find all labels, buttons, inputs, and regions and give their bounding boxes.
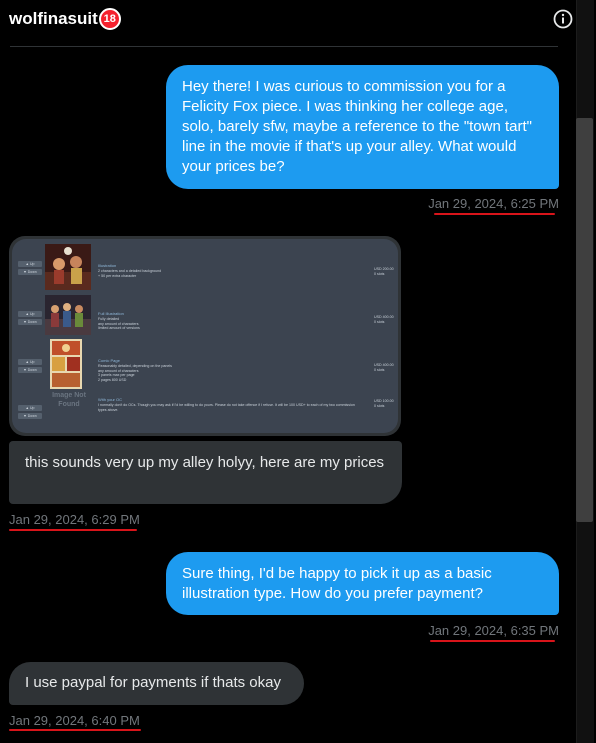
price-row: ▲ Up ▼ Down Comic Page Reasonably detail…	[12, 339, 398, 389]
annotation-underline	[430, 640, 555, 642]
price-amount: USD 200.00 0 slots	[374, 267, 394, 276]
message-bubble-outgoing[interactable]: Hey there! I was curious to commission y…	[166, 65, 559, 189]
price-row: ▲ Up ▼ Down Image Not Found With your OC…	[12, 389, 398, 436]
price-amount: USD 100.00 0 slots	[374, 399, 394, 408]
price-title: Full Illustration	[98, 311, 124, 316]
price-title: Illustration	[98, 263, 117, 268]
upvote-button[interactable]: ▲ Up	[18, 311, 42, 317]
message-bubble-outgoing[interactable]: Sure thing, I'd be happy to pick it up a…	[166, 552, 559, 615]
price-title: With your OC	[98, 397, 123, 402]
price-description: I normally don't do OCs. Though you may …	[98, 403, 355, 412]
annotation-underline	[9, 529, 137, 531]
price-list-panel: ▲ Up ▼ Down Illustration 2 characters an…	[12, 239, 398, 433]
message-text: this sounds very up my alley holyy, here…	[25, 454, 385, 471]
upvote-button[interactable]: ▲ Up	[18, 359, 42, 365]
price-row: ▲ Up ▼ Down Illustration 2 characters an…	[12, 243, 398, 291]
price-description: Reasonably detailed, depending on the pa…	[98, 364, 172, 382]
message-timestamp: Jan 29, 2024, 6:25 PM	[428, 196, 559, 211]
image-not-found-placeholder: Image Not Found	[52, 392, 86, 408]
message-bubble-incoming[interactable]: I use paypal for payments if thats okay	[9, 662, 304, 705]
message-text: Hey there! I was curious to commission y…	[182, 78, 532, 175]
price-description: Fully detailed any amount of characters …	[98, 317, 140, 331]
price-list-image[interactable]: ▲ Up ▼ Down Illustration 2 characters an…	[9, 236, 401, 436]
age-18-badge-icon: 18	[98, 8, 121, 30]
upvote-button[interactable]: ▲ Up	[18, 261, 42, 267]
annotation-underline	[434, 213, 555, 215]
vote-buttons: ▲ Up ▼ Down	[18, 405, 42, 421]
price-amount: USD 400.00 0 slots	[374, 363, 394, 372]
scrollbar-thumb[interactable]	[576, 118, 593, 522]
price-description: 2 characters and a detailed background +…	[98, 269, 162, 278]
annotation-underline	[9, 729, 141, 731]
illustration-thumbnail-image	[45, 244, 91, 290]
vote-buttons: ▲ Up ▼ Down	[18, 359, 42, 375]
message-timestamp: Jan 29, 2024, 6:40 PM	[9, 713, 140, 728]
message-bubble-incoming[interactable]: this sounds very up my alley holyy, here…	[9, 441, 402, 504]
message-timestamp: Jan 29, 2024, 6:29 PM	[9, 512, 140, 527]
message-text: I use paypal for payments if thats okay	[25, 674, 281, 691]
vote-buttons: ▲ Up ▼ Down	[18, 311, 42, 327]
vote-buttons: ▲ Up ▼ Down	[18, 261, 42, 277]
price-amount: USD 400.00 0 slots	[374, 315, 394, 324]
downvote-button[interactable]: ▼ Down	[18, 413, 42, 419]
full-illustration-thumbnail-image	[45, 295, 91, 335]
price-title: Comic Page	[98, 358, 120, 363]
username-text: wolfinasuit	[9, 9, 98, 28]
info-circle-icon[interactable]	[552, 8, 574, 30]
downvote-button[interactable]: ▼ Down	[18, 367, 42, 373]
header-divider	[10, 46, 558, 47]
message-timestamp: Jan 29, 2024, 6:35 PM	[428, 623, 559, 638]
upvote-button[interactable]: ▲ Up	[18, 405, 42, 411]
conversation-header: wolfinasuit 18	[0, 0, 576, 46]
downvote-button[interactable]: ▼ Down	[18, 319, 42, 325]
price-row: ▲ Up ▼ Down Full Illustration Fully deta…	[12, 295, 398, 343]
comic-page-thumbnail-image	[50, 339, 82, 389]
downvote-button[interactable]: ▼ Down	[18, 269, 42, 275]
message-text: Sure thing, I'd be happy to pick it up a…	[182, 565, 492, 602]
conversation-username[interactable]: wolfinasuit 18	[9, 8, 121, 30]
